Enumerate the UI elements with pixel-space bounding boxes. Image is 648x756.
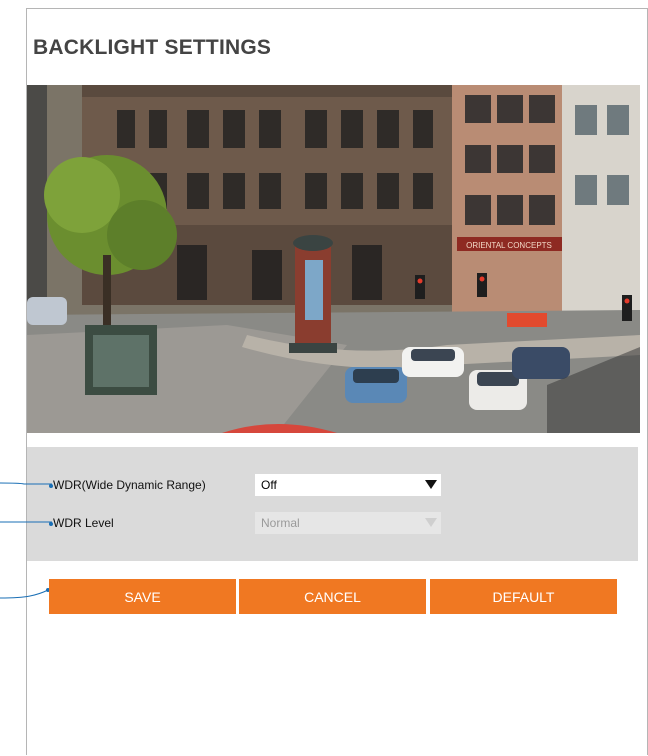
wdr-level-select: Normal	[255, 512, 441, 534]
caret-down-icon	[425, 518, 437, 527]
wdr-select-value: Off	[261, 478, 277, 492]
wdr-settings-section: WDR(Wide Dynamic Range) Off WDR Level No…	[27, 447, 638, 561]
default-button[interactable]: DEFAULT	[430, 579, 617, 614]
wdr-level-label: WDR Level	[49, 516, 114, 530]
caret-down-icon	[425, 480, 437, 489]
wdr-level-select-value: Normal	[261, 516, 300, 530]
save-button[interactable]: SAVE	[49, 579, 236, 614]
cancel-button[interactable]: CANCEL	[239, 579, 426, 614]
page-title: BACKLIGHT SETTINGS	[33, 36, 272, 59]
wdr-label: WDR(Wide Dynamic Range)	[49, 478, 206, 492]
wdr-select[interactable]: Off	[255, 474, 441, 496]
street-scene-image: ORIENTAL CONCEPTS	[27, 85, 640, 433]
video-preview: ORIENTAL CONCEPTS	[27, 85, 640, 433]
shop-sign-text: ORIENTAL CONCEPTS	[466, 241, 552, 250]
